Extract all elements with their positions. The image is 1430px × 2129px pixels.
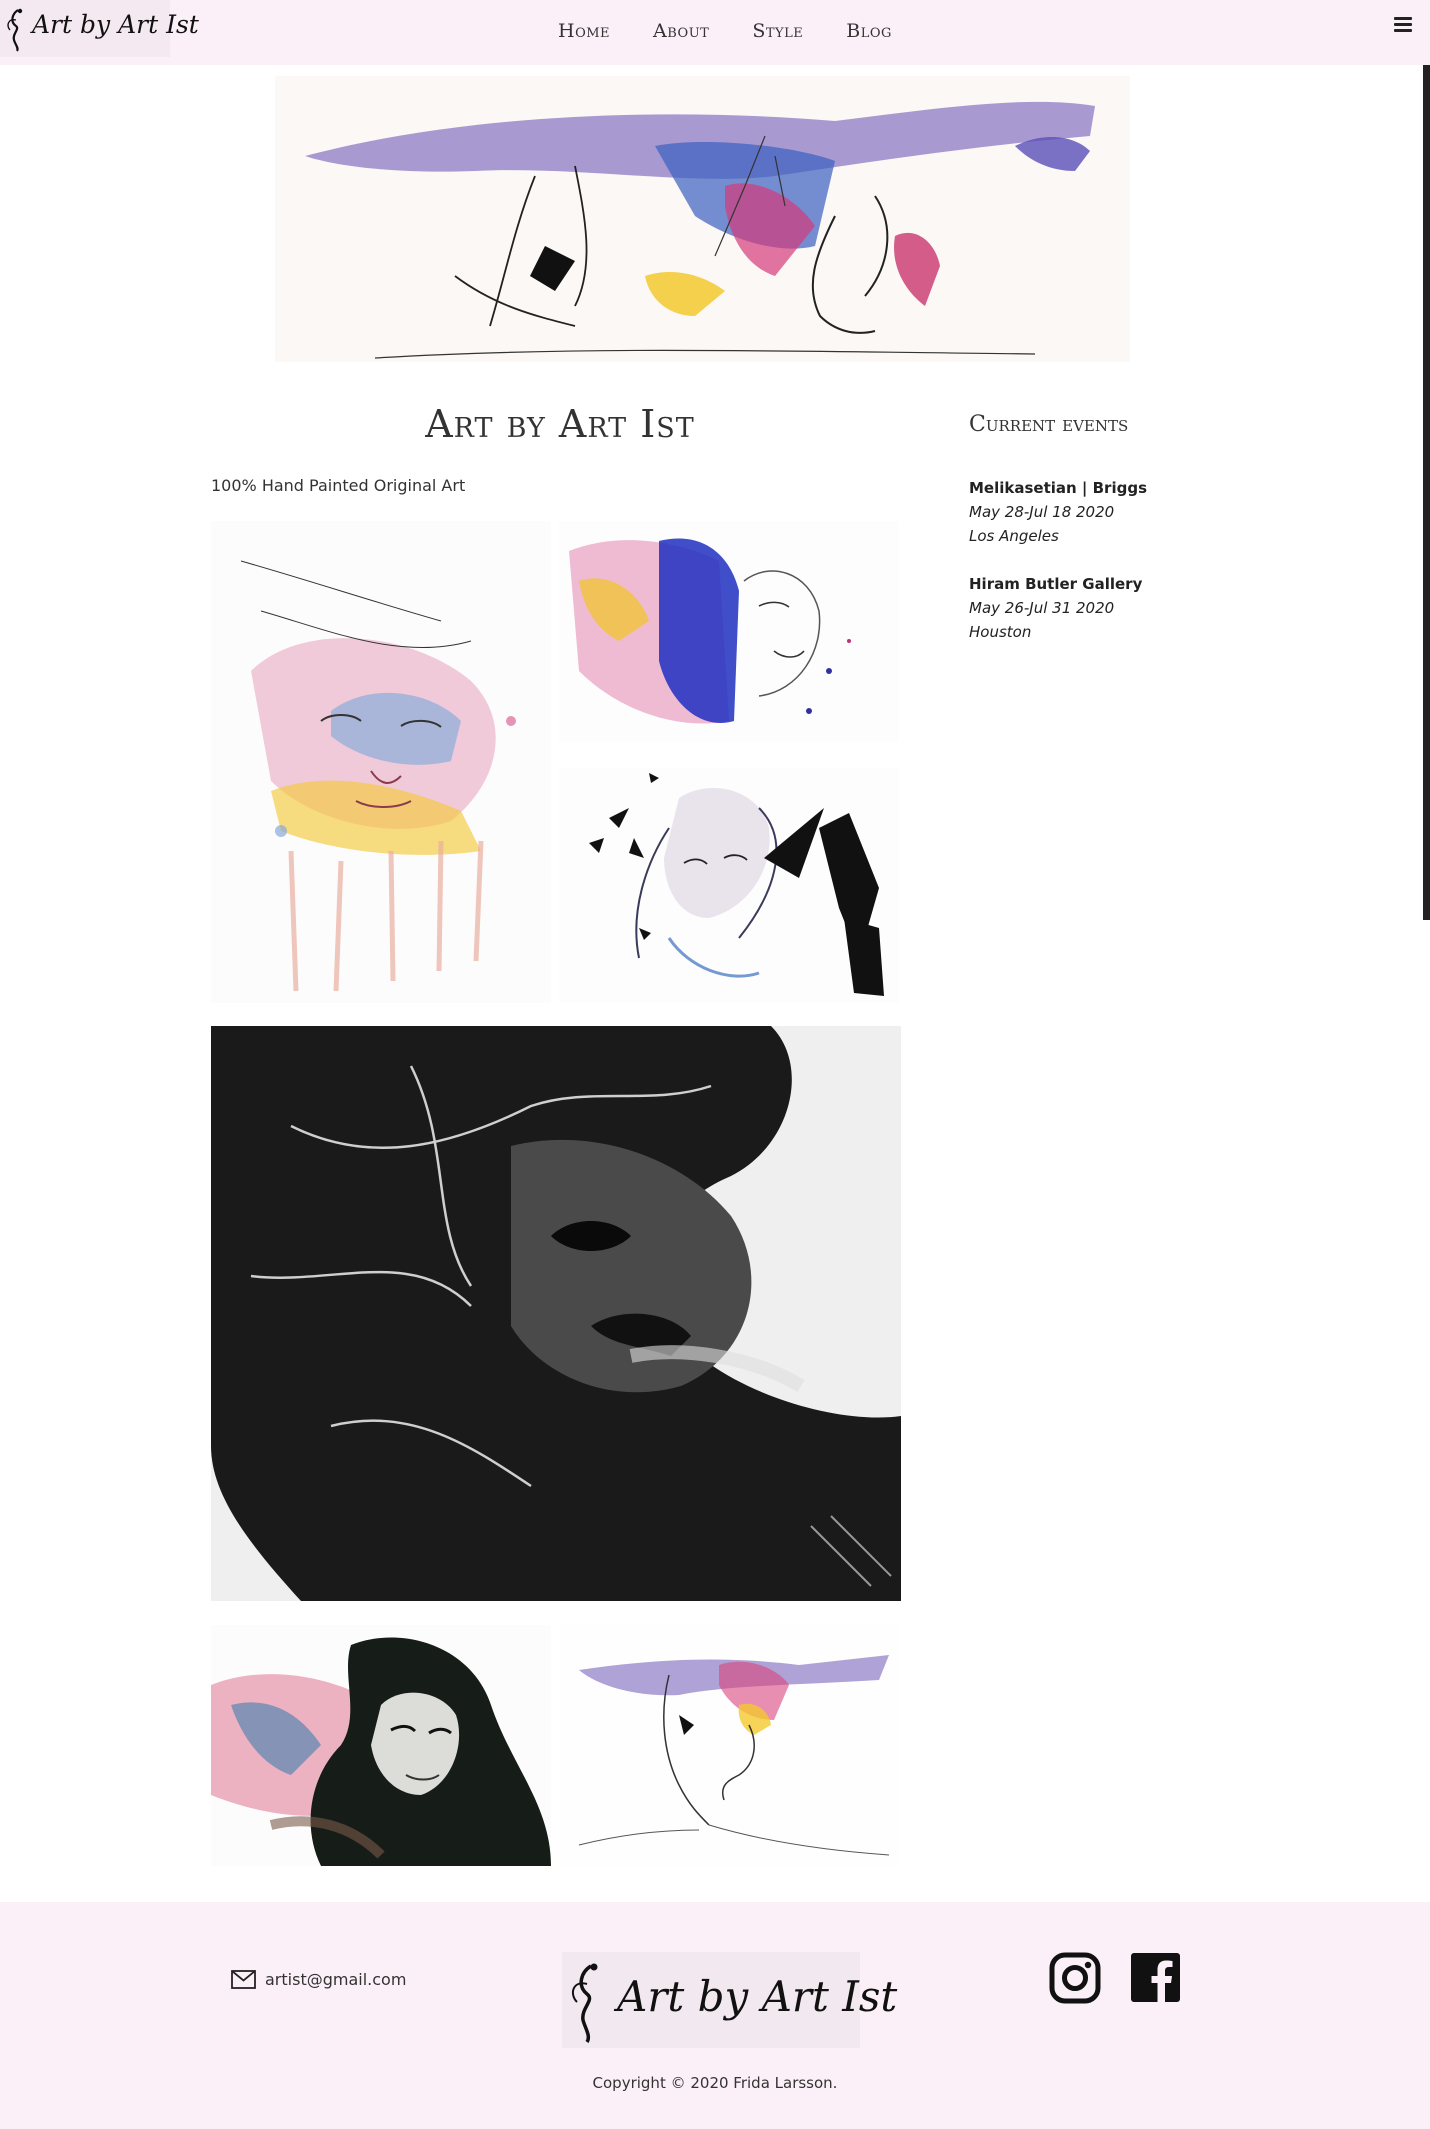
footer-logo[interactable]: Art by Art Ist <box>562 1952 897 2048</box>
copyright: Copyright © 2020 Frida Larsson. <box>592 2074 838 2092</box>
main-nav: Home About Style Blog <box>558 20 935 42</box>
nav-about[interactable]: About <box>653 20 709 42</box>
top-navbar: Art by Art Ist Home About Style Blog <box>0 0 1430 65</box>
dancer-logo-icon <box>571 1963 598 2043</box>
footer-logo-text: Art by Art Ist <box>617 1972 898 2021</box>
events-title: Current events <box>969 412 1129 437</box>
logo-text: Art by Art Ist <box>32 10 199 39</box>
nav-home[interactable]: Home <box>558 20 610 42</box>
event-item: Hiram Butler Gallery May 26-Jul 31 2020 … <box>969 572 1142 644</box>
artwork-dark-watercolor-portrait[interactable] <box>211 1625 551 1866</box>
envelope-icon <box>231 1970 256 1989</box>
artwork-sketch-profile[interactable] <box>559 1625 899 1866</box>
instagram-icon[interactable] <box>1049 1952 1101 2004</box>
event-dates: May 26-Jul 31 2020 <box>969 599 1115 617</box>
event-name: Melikasetian | Briggs <box>969 479 1147 497</box>
footer: artist@gmail.com Art by Art Ist Copyrigh… <box>0 1902 1430 2129</box>
nav-blog[interactable]: Blog <box>846 20 892 42</box>
nav-style[interactable]: Style <box>752 20 803 42</box>
tagline: 100% Hand Painted Original Art <box>211 476 466 495</box>
event-item: Melikasetian | Briggs May 28-Jul 18 2020… <box>969 476 1147 548</box>
page-title: Art by Art Ist <box>425 402 695 446</box>
event-city: Los Angeles <box>969 527 1059 545</box>
event-city: Houston <box>969 623 1032 641</box>
hamburger-icon[interactable] <box>1394 17 1412 33</box>
artwork-blue-splash-portrait[interactable] <box>559 521 899 742</box>
event-dates: May 28-Jul 18 2020 <box>969 503 1115 521</box>
artwork-watercolor-portrait[interactable] <box>211 521 551 1003</box>
facebook-icon[interactable] <box>1131 1953 1180 2002</box>
artwork-shards-portrait[interactable] <box>559 768 899 1003</box>
artwork-black-ink-portrait[interactable] <box>211 1026 901 1601</box>
footer-email[interactable]: artist@gmail.com <box>231 1970 406 1989</box>
hero-banner-artwork <box>275 76 1130 362</box>
scrollbar[interactable] <box>1423 65 1430 920</box>
site-logo[interactable]: Art by Art Ist <box>0 0 199 57</box>
event-name: Hiram Butler Gallery <box>969 575 1143 593</box>
dancer-logo-icon <box>7 8 23 52</box>
email-text: artist@gmail.com <box>265 1970 407 1989</box>
